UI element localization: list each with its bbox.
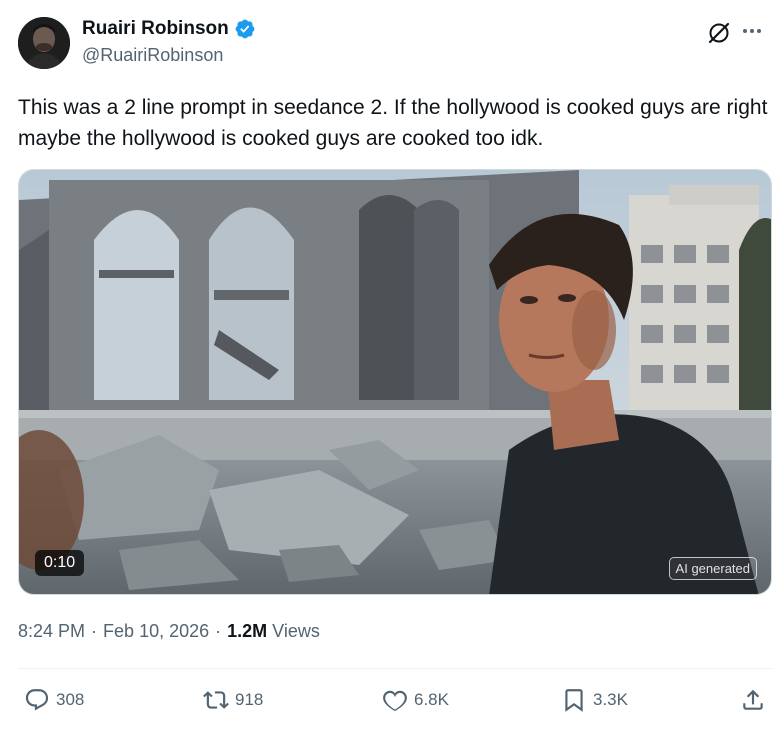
views-count[interactable]: 1.2M: [227, 621, 267, 642]
meta-separator: ·: [215, 621, 222, 641]
bookmark-button[interactable]: 3.3K: [561, 683, 628, 717]
tweet-time[interactable]: 8:24 PM: [18, 621, 85, 642]
share-button[interactable]: [740, 683, 772, 717]
video-duration: 0:10: [35, 550, 85, 576]
action-bar: 308 918 6.8K 3.3K: [0, 683, 782, 717]
avatar-image: [18, 17, 70, 69]
tweet-text: This was a 2 line prompt in seedance 2. …: [18, 96, 768, 150]
bookmark-icon: [565, 689, 583, 712]
tweet-date[interactable]: Feb 10, 2026: [103, 621, 209, 642]
like-icon: [383, 690, 407, 712]
more-icon[interactable]: [739, 18, 765, 44]
grok-icon[interactable]: [706, 20, 732, 46]
meta-separator: ·: [91, 621, 98, 641]
tweet-meta: 8:24 PM · Feb 10, 2026 · 1.2M Views: [18, 621, 320, 642]
author-name[interactable]: Ruairi Robinson: [82, 18, 229, 40]
views-label: Views: [272, 621, 320, 641]
like-count: 6.8K: [414, 690, 449, 709]
video-player[interactable]: 0:10 AI generated: [18, 169, 772, 595]
bookmark-count: 3.3K: [593, 690, 628, 709]
reply-count: 308: [56, 690, 85, 709]
reply-icon: [25, 689, 49, 711]
verified-icon: [235, 19, 255, 39]
author-name-row[interactable]: Ruairi Robinson: [82, 18, 256, 40]
repost-icon: [203, 691, 229, 709]
repost-count: 918: [235, 690, 264, 709]
repost-button[interactable]: 918: [203, 683, 263, 717]
avatar[interactable]: [18, 17, 70, 69]
reply-button[interactable]: 308: [24, 683, 84, 717]
ai-generated-badge: AI generated: [668, 557, 757, 580]
like-button[interactable]: 6.8K: [382, 683, 449, 717]
author-handle[interactable]: @RuairiRobinson: [82, 45, 223, 66]
divider: [18, 668, 772, 669]
share-icon: [743, 689, 763, 710]
video-thumbnail: [19, 170, 771, 594]
